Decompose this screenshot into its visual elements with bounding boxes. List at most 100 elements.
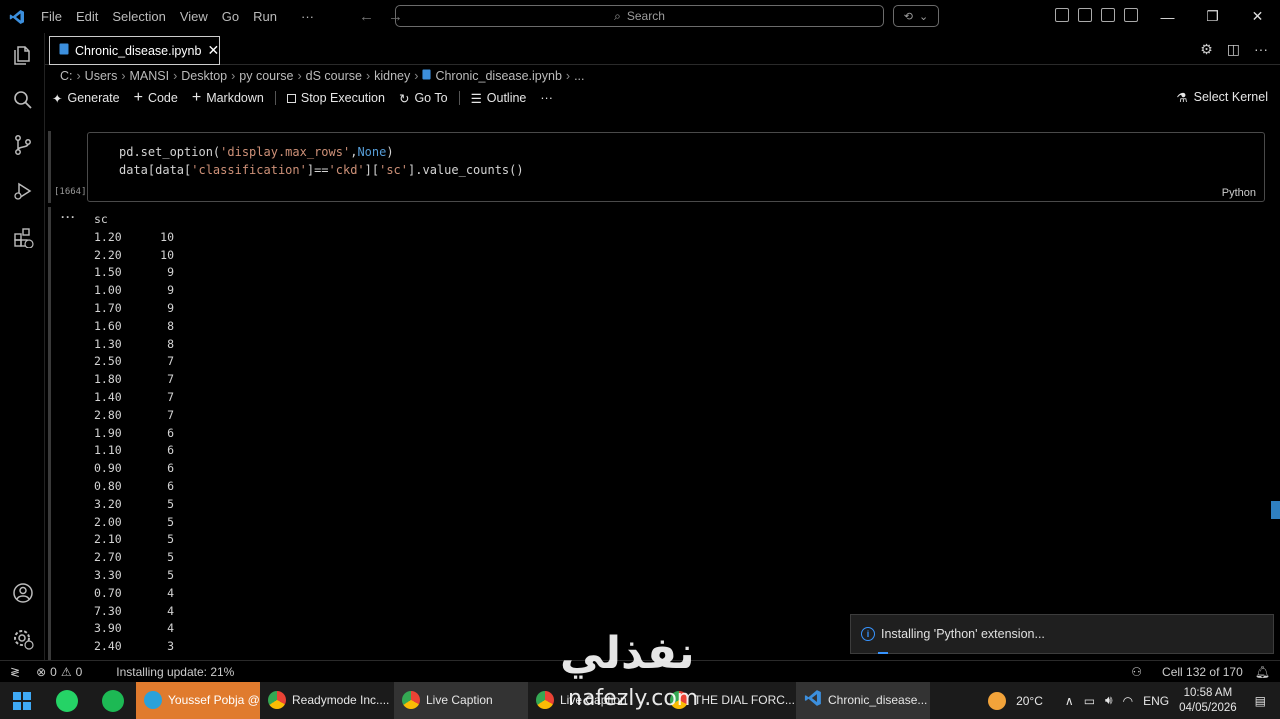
split-editor-icon[interactable]: ◫ <box>1227 41 1240 58</box>
output-count: 10 <box>160 247 174 262</box>
breadcrumb-item[interactable]: Desktop <box>181 69 227 83</box>
outline-button[interactable]: ☰ Outline <box>464 91 534 106</box>
remote-indicator[interactable]: ≷ <box>0 665 30 679</box>
output-header: sc <box>94 212 108 226</box>
source-control-icon[interactable] <box>11 133 35 157</box>
scrollbar-thumb[interactable] <box>1271 501 1280 519</box>
more-toolbar-button[interactable]: ··· <box>533 91 560 105</box>
output-actions-icon[interactable]: ··· <box>61 210 76 224</box>
toggle-panel-icon[interactable] <box>1101 8 1115 22</box>
menu-more[interactable]: ··· <box>294 9 321 24</box>
taskbar-app-youssef[interactable]: Youssef Pobja @... <box>136 682 260 719</box>
code-label: Code <box>147 91 178 105</box>
command-center-search[interactable]: ⌕ Search <box>395 5 884 27</box>
notification-center-icon[interactable]: ▤ <box>1255 694 1266 708</box>
outline-label: Outline <box>486 91 527 105</box>
wifi-icon[interactable]: ◠ <box>1123 694 1133 708</box>
menu-go[interactable]: Go <box>215 9 246 24</box>
watermark-latin-wrap: nafezly.com <box>568 686 698 711</box>
go-to-button[interactable]: ↻ Go To <box>392 91 455 106</box>
generate-button[interactable]: ✦ Generate <box>45 91 127 106</box>
close-icon[interactable]: ✕ <box>207 42 219 59</box>
add-code-cell-button[interactable]: + Code <box>127 89 185 107</box>
windows-start-icon[interactable] <box>0 682 44 719</box>
account-icon[interactable] <box>11 581 35 605</box>
output-index: 1.70 <box>94 300 122 315</box>
tab-chronic-disease[interactable]: Chronic_disease.ipynb ✕ <box>49 36 220 65</box>
chevron-up-icon[interactable]: ∧ <box>1065 694 1074 708</box>
plus-icon: + <box>191 89 202 106</box>
output-count: 9 <box>167 283 174 298</box>
refresh-icon: ↻ <box>398 91 410 106</box>
output-row: 2.70 5 <box>94 550 174 568</box>
toggle-secondary-sidebar-icon[interactable] <box>1124 8 1138 22</box>
settings-gear-icon[interactable]: ⚙ <box>1200 41 1213 58</box>
breadcrumb-item[interactable]: Users <box>85 69 118 83</box>
close-icon[interactable]: ✕ <box>1235 0 1280 33</box>
taskbar-app-live-caption[interactable]: Live Caption <box>394 682 528 719</box>
output-index: 2.70 <box>94 550 122 565</box>
menu-edit[interactable]: Edit <box>69 9 105 24</box>
customize-layout-icon[interactable] <box>1055 8 1069 22</box>
output-index: 1.50 <box>94 265 122 280</box>
output-count: 8 <box>167 336 174 351</box>
breadcrumb-item[interactable]: MANSI <box>130 69 170 83</box>
volume-icon[interactable]: 🔊︎ <box>1105 693 1113 708</box>
breadcrumb-item[interactable]: Chronic_disease.ipynb <box>435 69 561 83</box>
menu-view[interactable]: View <box>173 9 215 24</box>
add-markdown-cell-button[interactable]: + Markdown <box>185 89 271 107</box>
problems-indicator[interactable]: ⊗ 0 ⚠ 0 <box>30 665 88 679</box>
search-view-icon[interactable] <box>11 88 35 112</box>
menu-selection[interactable]: Selection <box>105 9 172 24</box>
menu-run[interactable]: Run <box>246 9 284 24</box>
kernel-label: Select Kernel <box>1193 90 1268 104</box>
breadcrumb-item[interactable]: C: <box>60 69 73 83</box>
output-index: 1.30 <box>94 336 122 351</box>
output-index: 2.00 <box>94 514 122 529</box>
extensions-icon[interactable] <box>11 225 35 249</box>
whatsapp-icon[interactable] <box>44 682 90 719</box>
language-indicator[interactable]: ENG <box>1143 694 1169 708</box>
manage-gear-icon[interactable] <box>11 627 35 651</box>
battery-icon[interactable]: ▭ <box>1084 694 1095 708</box>
output-count: 6 <box>167 461 174 476</box>
output-row: 1.30 8 <box>94 337 174 355</box>
taskbar-app-readymode[interactable]: Readymode Inc.... <box>260 682 394 719</box>
chevron-right-icon: › <box>76 69 81 83</box>
chrome-icon <box>536 690 554 709</box>
output-count: 7 <box>167 354 174 369</box>
breadcrumb-item[interactable]: py course <box>239 69 293 83</box>
back-arrow-icon[interactable]: ← <box>359 8 374 25</box>
plus-icon: + <box>133 89 143 106</box>
select-kernel-button[interactable]: ⚗ Select Kernel <box>1176 90 1268 105</box>
breadcrumb-item[interactable]: ... <box>574 69 584 83</box>
update-status[interactable]: Installing update: 21% <box>110 665 240 679</box>
spotify-icon[interactable] <box>90 682 136 719</box>
output-index: 1.00 <box>94 283 122 298</box>
info-icon: i <box>861 627 875 641</box>
minimize-icon[interactable]: — <box>1145 0 1190 33</box>
weather-icon[interactable] <box>988 691 1007 710</box>
chevron-right-icon: › <box>297 69 302 83</box>
notifications-bell-icon[interactable]: 🔔︎ <box>1249 665 1280 679</box>
temperature[interactable]: 20°C <box>1016 694 1043 708</box>
title-bar: File Edit Selection View Go Run ··· ← → … <box>0 0 1280 33</box>
cell-language-label[interactable]: Python <box>1222 187 1256 199</box>
clock[interactable]: 10:58 AM 04/05/2026 <box>1179 686 1237 716</box>
explorer-icon[interactable] <box>11 43 35 67</box>
copilot-button[interactable]: ⟲ ⌄ <box>893 5 939 27</box>
copilot-status-icon[interactable]: ⚇ <box>1125 665 1148 679</box>
menu-file[interactable]: File <box>34 9 69 24</box>
more-actions-icon[interactable]: ··· <box>1254 41 1268 58</box>
breadcrumb-item[interactable]: kidney <box>374 69 410 83</box>
run-debug-icon[interactable] <box>11 179 35 203</box>
code-cell-editor[interactable]: pd.set_option('display.max_rows',None) d… <box>87 132 1265 202</box>
output-row: 3.90 4 <box>94 621 174 639</box>
toggle-primary-sidebar-icon[interactable] <box>1078 8 1092 22</box>
cell-position[interactable]: Cell 132 of 170 <box>1156 665 1249 679</box>
stop-execution-button[interactable]: Stop Execution <box>280 91 392 105</box>
breadcrumb-item[interactable]: dS course <box>306 69 362 83</box>
restore-icon[interactable]: ❐ <box>1190 0 1235 33</box>
output-row: 1.50 9 <box>94 265 174 283</box>
taskbar-app-vscode[interactable]: Chronic_disease... <box>796 682 930 719</box>
